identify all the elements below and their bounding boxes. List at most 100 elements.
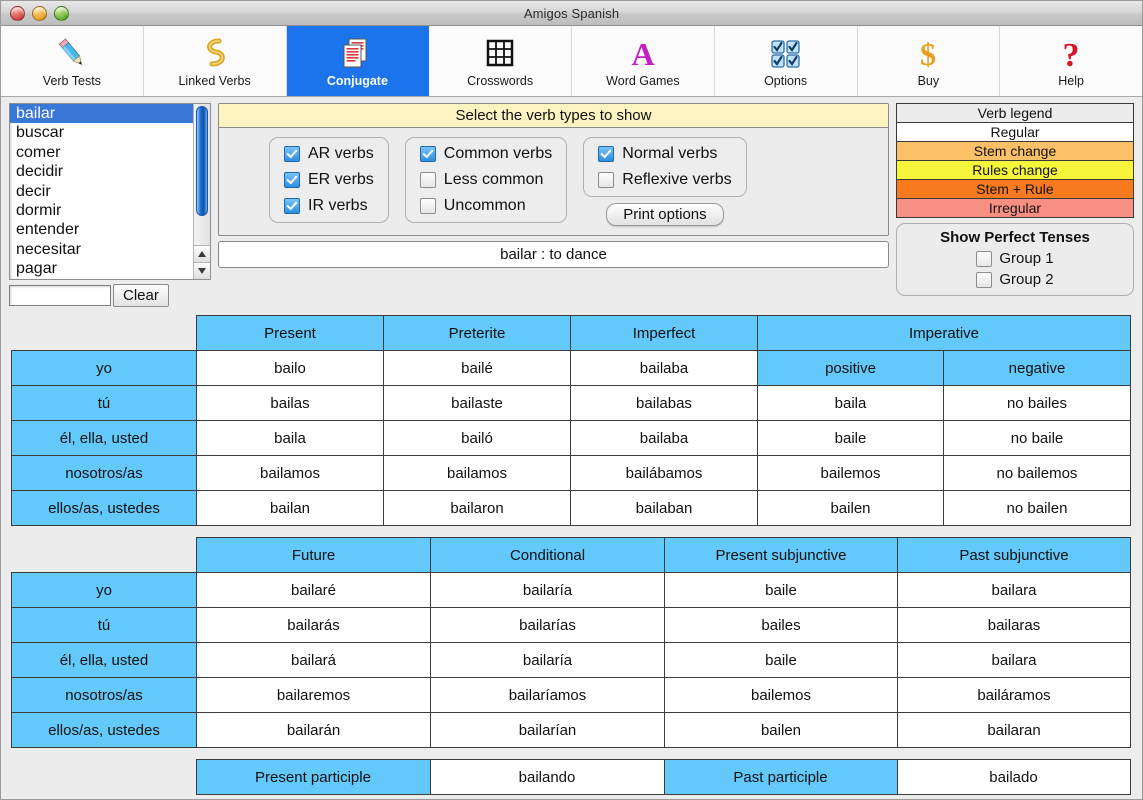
- toolbar-item-verb-tests[interactable]: Verb Tests: [1, 26, 144, 96]
- checkbox-ir-verbs[interactable]: IR verbs: [284, 197, 374, 215]
- checkbox-reflexive-verbs[interactable]: Reflexive verbs: [598, 171, 732, 189]
- verb-list-column: bailar buscar comer decidir decir dormir…: [9, 103, 211, 315]
- print-options-button[interactable]: Print options: [606, 203, 724, 226]
- list-item[interactable]: entender: [10, 220, 193, 239]
- toolbar-item-options[interactable]: Options: [715, 26, 858, 96]
- list-item[interactable]: decidir: [10, 162, 193, 181]
- list-item[interactable]: buscar: [10, 123, 193, 142]
- toolbar-label: Help: [1058, 73, 1084, 88]
- close-window-button[interactable]: [10, 6, 25, 21]
- checkbox-icon[interactable]: [976, 271, 993, 288]
- toolbar-label: Linked Verbs: [178, 73, 251, 88]
- header-present: Present: [196, 315, 384, 351]
- verb-list-items: bailar buscar comer decidir decir dormir…: [10, 104, 193, 279]
- clear-button[interactable]: Clear: [113, 284, 169, 307]
- checkbox-group-1[interactable]: Group 1: [976, 250, 1054, 267]
- row-label-ellos: ellos/as, ustedes: [11, 712, 197, 748]
- search-input[interactable]: [10, 286, 110, 305]
- search-field-wrapper[interactable]: [9, 285, 111, 306]
- legend-row-stem-change: Stem change: [897, 142, 1133, 161]
- checkbox-icon[interactable]: [284, 198, 300, 214]
- toolbar-item-crosswords[interactable]: Crosswords: [429, 26, 572, 96]
- verb-ending-group: AR verbs ER verbs IR verbs: [269, 137, 389, 223]
- checkbox-icon[interactable]: [284, 146, 300, 162]
- list-item[interactable]: bailar: [10, 104, 193, 124]
- maximize-window-button[interactable]: [54, 6, 69, 21]
- checkbox-er-verbs[interactable]: ER verbs: [284, 171, 374, 189]
- cell-conditional-el: bailaría: [430, 642, 665, 678]
- checkbox-icon[interactable]: [598, 172, 615, 188]
- scrollbar-thumb[interactable]: [196, 106, 208, 216]
- scroll-down-button[interactable]: [194, 262, 210, 279]
- table-row: yo bailo bailé bailaba positive negative: [11, 350, 1131, 386]
- list-item[interactable]: necesitar: [10, 240, 193, 259]
- toolbar-item-conjugate[interactable]: Conjugate: [286, 26, 430, 96]
- toolbar-label: Crosswords: [467, 73, 534, 88]
- cell-conditional-yo: bailaría: [430, 572, 665, 608]
- svg-text:A: A: [631, 36, 654, 70]
- list-item[interactable]: pagar: [10, 259, 193, 278]
- verb-definition: bailar : to dance: [218, 241, 889, 268]
- row-label-yo: yo: [11, 572, 197, 608]
- checkbox-label: IR verbs: [308, 197, 368, 214]
- verb-kind-column: Normal verbs Reflexive verbs Print optio…: [583, 137, 747, 226]
- table-row: nosotros/as bailaremos bailaríamos baile…: [11, 677, 1131, 713]
- checkbox-icon[interactable]: [284, 172, 300, 188]
- verb-frequency-group: Common verbs Less common Uncommon: [404, 137, 568, 223]
- legend-row-irregular: Irregular: [897, 199, 1133, 217]
- verb-list-box[interactable]: bailar buscar comer decidir decir dormir…: [9, 103, 211, 280]
- checkbox-ar-verbs[interactable]: AR verbs: [284, 145, 374, 163]
- row-label-el: él, ella, usted: [11, 420, 197, 456]
- checkbox-icon[interactable]: [598, 146, 615, 162]
- verb-list-scrollbar[interactable]: [193, 104, 210, 279]
- checkbox-icon[interactable]: [976, 250, 993, 267]
- cell-conditional-ellos: bailarían: [430, 712, 665, 748]
- list-item[interactable]: comer: [10, 143, 193, 162]
- minimize-window-button[interactable]: [32, 6, 47, 21]
- scroll-up-button[interactable]: [194, 245, 210, 262]
- cell-present-participle: bailando: [429, 759, 665, 795]
- checkbox-common-verbs[interactable]: Common verbs: [419, 145, 553, 163]
- checkbox-less-common[interactable]: Less common: [419, 171, 552, 189]
- table-row: tú bailas bailaste bailabas baila no bai…: [11, 385, 1131, 421]
- list-item[interactable]: dormir: [10, 201, 193, 220]
- cell-imperfect-yo: bailaba: [570, 350, 758, 386]
- checkbox-icon[interactable]: [419, 146, 436, 162]
- corner-spacer: [11, 760, 196, 795]
- checkbox-group-2[interactable]: Group 2: [976, 271, 1054, 288]
- cell-imperfect-nosotros: bailábamos: [570, 455, 758, 491]
- grid-icon: [484, 35, 516, 71]
- cell-conditional-nosotros: bailaríamos: [430, 677, 665, 713]
- row-label-ellos: ellos/as, ustedes: [11, 490, 197, 526]
- checkbox-label: Group 2: [999, 271, 1054, 288]
- verb-legend: Verb legend Regular Stem change Rules ch…: [896, 103, 1134, 218]
- cell-past-subjunctive-tu: bailaras: [897, 607, 1131, 643]
- main-toolbar: Verb Tests Linked Verbs Conjugate Crossw…: [1, 26, 1142, 97]
- toolbar-item-buy[interactable]: $ Buy: [858, 26, 1001, 96]
- cell-future-el: bailará: [196, 642, 431, 678]
- cell-past-subjunctive-yo: bailara: [897, 572, 1131, 608]
- checkbox-label: Normal verbs: [622, 145, 718, 162]
- checkbox-icon[interactable]: [419, 198, 436, 214]
- header-present-subjunctive: Present subjunctive: [664, 537, 898, 573]
- cell-imperative-positive-tu: baila: [757, 385, 944, 421]
- conjugation-table-secondary: Future Conditional Present subjunctive P…: [11, 537, 1131, 748]
- checkbox-icon[interactable]: [419, 172, 436, 188]
- checkbox-label: Common verbs: [443, 145, 553, 162]
- table-row: tú bailarás bailarías bailes bailaras: [11, 607, 1131, 643]
- toolbar-item-linked-verbs[interactable]: Linked Verbs: [144, 26, 287, 96]
- list-item[interactable]: decir: [10, 182, 193, 201]
- checkbox-normal-verbs[interactable]: Normal verbs: [598, 145, 731, 163]
- header-conditional: Conditional: [430, 537, 665, 573]
- scrollbar-track[interactable]: [194, 104, 210, 245]
- cell-preterite-ellos: bailaron: [383, 490, 571, 526]
- row-label-yo: yo: [11, 350, 197, 386]
- cell-preterite-tu: bailaste: [383, 385, 571, 421]
- legend-row-stem-rule: Stem + Rule: [897, 180, 1133, 199]
- toolbar-item-word-games[interactable]: A Word Games: [572, 26, 715, 96]
- checkbox-uncommon[interactable]: Uncommon: [419, 197, 552, 215]
- table-row: Present participle bailando Past partici…: [11, 759, 1131, 795]
- toolbar-item-help[interactable]: ? Help: [1000, 26, 1142, 96]
- cell-past-subjunctive-el: bailara: [897, 642, 1131, 678]
- chain-link-icon: [199, 35, 231, 71]
